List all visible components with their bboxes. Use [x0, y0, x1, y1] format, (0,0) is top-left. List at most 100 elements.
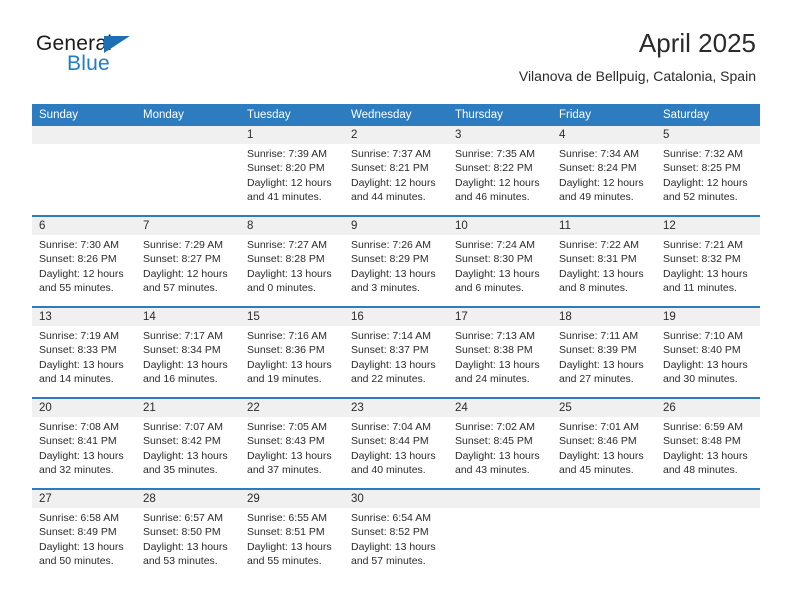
day-cell[interactable]: Sunrise: 7:07 AM Sunset: 8:42 PM Daylight:… — [136, 417, 240, 489]
day-sunrise-text: Sunrise: 7:17 AM — [143, 330, 223, 342]
day-sunset-text: Sunset: 8:21 PM — [351, 162, 429, 175]
day-daylight-cont-text: and 55 minutes. — [39, 282, 114, 295]
day-daylight-text: Daylight: 12 hours — [143, 267, 228, 280]
day-number[interactable]: 10 — [448, 215, 552, 235]
day-daylight-text: Daylight: 13 hours — [663, 358, 748, 371]
day-sunrise-text: Sunrise: 7:29 AM — [143, 239, 223, 251]
day-sunset-text: Sunset: 8:33 PM — [39, 344, 117, 357]
day-number[interactable]: 26 — [656, 397, 760, 417]
day-number[interactable]: 13 — [32, 306, 136, 326]
day-daylight-text: Daylight: 13 hours — [559, 449, 644, 462]
day-sunset-text: Sunset: 8:37 PM — [351, 344, 429, 357]
day-number[interactable]: 17 — [448, 306, 552, 326]
calendar-header-row: Sunday Monday Tuesday Wednesday Thursday Frid… — [32, 104, 760, 126]
day-sunrise-text: Sunrise: 6:58 AM — [39, 512, 119, 524]
day-sunrise-text: Sunrise: 7:30 AM — [39, 239, 119, 251]
day-daylight-text: Daylight: 12 hours — [663, 176, 748, 189]
day-cell[interactable]: Sunrise: 7:17 AM Sunset: 8:34 PM Daylight:… — [136, 326, 240, 398]
day-sunset-text: Sunset: 8:42 PM — [143, 435, 221, 448]
day-number[interactable]: 2 — [344, 126, 448, 144]
day-cell[interactable]: Sunrise: 7:34 AM Sunset: 8:24 PM Daylight:… — [552, 144, 656, 216]
day-daylight-cont-text: and 24 minutes. — [455, 373, 530, 386]
day-sunset-text: Sunset: 8:27 PM — [143, 253, 221, 266]
day-number[interactable]: 4 — [552, 126, 656, 144]
day-number[interactable]: 1 — [240, 126, 344, 144]
day-cell[interactable]: Sunrise: 7:11 AM Sunset: 8:39 PM Daylight:… — [552, 326, 656, 398]
day-cell[interactable]: Sunrise: 6:55 AM Sunset: 8:51 PM Daylight:… — [240, 508, 344, 580]
day-number[interactable]: 11 — [552, 215, 656, 235]
day-cell[interactable]: Sunrise: 7:26 AM Sunset: 8:29 PM Daylight:… — [344, 235, 448, 307]
day-number[interactable]: 25 — [552, 397, 656, 417]
day-daylight-text: Daylight: 13 hours — [559, 267, 644, 280]
day-number[interactable]: 8 — [240, 215, 344, 235]
day-cell[interactable]: Sunrise: 7:30 AM Sunset: 8:26 PM Daylight:… — [32, 235, 136, 307]
day-number[interactable]: 16 — [344, 306, 448, 326]
day-daylight-text: Daylight: 13 hours — [143, 449, 228, 462]
general-blue-logo[interactable]: General Blue — [36, 32, 236, 88]
day-sunrise-text: Sunrise: 7:07 AM — [143, 421, 223, 433]
day-daylight-text: Daylight: 13 hours — [39, 449, 124, 462]
day-daylight-cont-text: and 37 minutes. — [247, 464, 322, 477]
day-daylight-cont-text: and 11 minutes. — [663, 282, 737, 295]
day-daylight-text: Daylight: 13 hours — [143, 540, 228, 553]
day-cell[interactable]: Sunrise: 7:29 AM Sunset: 8:27 PM Daylight:… — [136, 235, 240, 307]
day-number[interactable]: 7 — [136, 215, 240, 235]
day-number-empty — [448, 488, 552, 508]
day-cell[interactable]: Sunrise: 6:58 AM Sunset: 8:49 PM Daylight:… — [32, 508, 136, 580]
day-cell[interactable]: Sunrise: 7:02 AM Sunset: 8:45 PM Daylight:… — [448, 417, 552, 489]
day-number[interactable]: 22 — [240, 397, 344, 417]
day-sunrise-text: Sunrise: 6:54 AM — [351, 512, 431, 524]
day-number[interactable]: 3 — [448, 126, 552, 144]
day-sunrise-text: Sunrise: 6:57 AM — [143, 512, 223, 524]
day-number[interactable]: 15 — [240, 306, 344, 326]
day-cell[interactable]: Sunrise: 7:04 AM Sunset: 8:44 PM Daylight:… — [344, 417, 448, 489]
day-number[interactable]: 14 — [136, 306, 240, 326]
day-cell[interactable]: Sunrise: 7:08 AM Sunset: 8:41 PM Daylight:… — [32, 417, 136, 489]
day-sunrise-text: Sunrise: 7:01 AM — [559, 421, 639, 433]
day-sunrise-text: Sunrise: 7:13 AM — [455, 330, 535, 342]
day-number[interactable]: 20 — [32, 397, 136, 417]
day-cell[interactable]: Sunrise: 7:14 AM Sunset: 8:37 PM Daylight:… — [344, 326, 448, 398]
day-number[interactable]: 29 — [240, 488, 344, 508]
day-number[interactable]: 5 — [656, 126, 760, 144]
day-cell[interactable]: Sunrise: 7:37 AM Sunset: 8:21 PM Daylight:… — [344, 144, 448, 216]
day-daylight-cont-text: and 19 minutes. — [247, 373, 322, 386]
day-number[interactable]: 21 — [136, 397, 240, 417]
day-daylight-cont-text: and 41 minutes. — [247, 191, 322, 204]
day-cell[interactable]: Sunrise: 6:59 AM Sunset: 8:48 PM Daylight:… — [656, 417, 760, 489]
day-number[interactable]: 27 — [32, 488, 136, 508]
day-number[interactable]: 6 — [32, 215, 136, 235]
day-cell[interactable]: Sunrise: 7:39 AM Sunset: 8:20 PM Daylight:… — [240, 144, 344, 216]
week-detail-row: Sunrise: 7:08 AM Sunset: 8:41 PM Daylight:… — [32, 417, 760, 489]
day-number[interactable]: 28 — [136, 488, 240, 508]
day-number[interactable]: 19 — [656, 306, 760, 326]
day-sunrise-text: Sunrise: 7:19 AM — [39, 330, 119, 342]
day-cell[interactable]: Sunrise: 7:21 AM Sunset: 8:32 PM Daylight:… — [656, 235, 760, 307]
day-number[interactable]: 30 — [344, 488, 448, 508]
day-cell[interactable]: Sunrise: 6:54 AM Sunset: 8:52 PM Daylight:… — [344, 508, 448, 580]
day-cell[interactable]: Sunrise: 7:27 AM Sunset: 8:28 PM Daylight:… — [240, 235, 344, 307]
day-number[interactable]: 24 — [448, 397, 552, 417]
day-sunset-text: Sunset: 8:22 PM — [455, 162, 533, 175]
day-cell[interactable]: Sunrise: 7:13 AM Sunset: 8:38 PM Daylight:… — [448, 326, 552, 398]
day-daylight-cont-text: and 43 minutes. — [455, 464, 530, 477]
week-daynumber-row: 13 14 15 16 17 18 19 — [32, 306, 760, 326]
day-cell[interactable]: Sunrise: 7:19 AM Sunset: 8:33 PM Daylight:… — [32, 326, 136, 398]
day-cell[interactable]: Sunrise: 7:01 AM Sunset: 8:46 PM Daylight:… — [552, 417, 656, 489]
day-number[interactable]: 9 — [344, 215, 448, 235]
day-cell[interactable]: Sunrise: 7:35 AM Sunset: 8:22 PM Daylight:… — [448, 144, 552, 216]
day-daylight-text: Daylight: 13 hours — [351, 540, 436, 553]
day-daylight-cont-text: and 50 minutes. — [39, 555, 114, 568]
day-cell[interactable]: Sunrise: 6:57 AM Sunset: 8:50 PM Daylight:… — [136, 508, 240, 580]
day-cell[interactable]: Sunrise: 7:24 AM Sunset: 8:30 PM Daylight:… — [448, 235, 552, 307]
day-sunrise-text: Sunrise: 7:08 AM — [39, 421, 119, 433]
day-cell[interactable]: Sunrise: 7:10 AM Sunset: 8:40 PM Daylight:… — [656, 326, 760, 398]
day-cell[interactable]: Sunrise: 7:32 AM Sunset: 8:25 PM Daylight:… — [656, 144, 760, 216]
day-number[interactable]: 23 — [344, 397, 448, 417]
day-cell[interactable]: Sunrise: 7:05 AM Sunset: 8:43 PM Daylight:… — [240, 417, 344, 489]
day-number[interactable]: 12 — [656, 215, 760, 235]
day-cell[interactable]: Sunrise: 7:22 AM Sunset: 8:31 PM Daylight:… — [552, 235, 656, 307]
day-number[interactable]: 18 — [552, 306, 656, 326]
day-cell-empty — [136, 144, 240, 216]
day-cell[interactable]: Sunrise: 7:16 AM Sunset: 8:36 PM Daylight:… — [240, 326, 344, 398]
